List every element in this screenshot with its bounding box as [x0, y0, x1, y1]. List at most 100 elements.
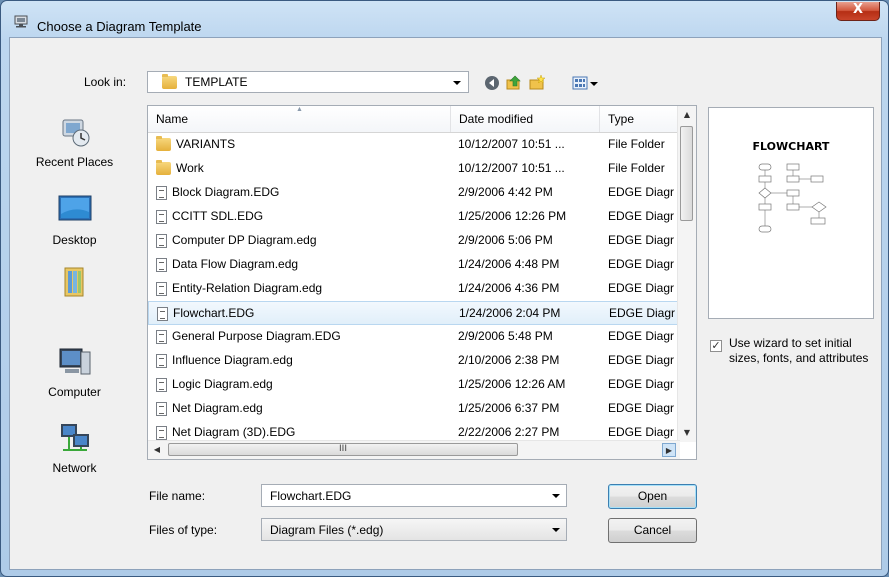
column-type-label: Type [608, 112, 635, 126]
vertical-scrollbar[interactable]: ▲ ▼ [677, 106, 696, 442]
file-type: EDGE Diagr [608, 209, 675, 223]
view-dropdown-arrow-icon[interactable] [590, 82, 598, 86]
file-date: 1/25/2006 12:26 PM [458, 209, 567, 223]
edg-file-icon [156, 353, 167, 368]
file-row[interactable]: General Purpose Diagram.EDG 2/9/2006 5:48… [148, 325, 678, 349]
file-date: 1/25/2006 6:37 PM [458, 401, 560, 415]
desktop-icon [58, 195, 91, 221]
file-row[interactable]: Computer DP Diagram.edg 2/9/2006 5:06 PM E… [148, 229, 678, 253]
file-name: CCITT SDL.EDG [172, 209, 264, 223]
file-type: EDGE Diagr [608, 185, 675, 199]
places-bar: Recent Places Desktop Computer Network [10, 104, 139, 569]
vertical-scroll-thumb[interactable] [680, 126, 693, 221]
file-row[interactable]: Flowchart.EDG 1/24/2006 2:04 PM EDGE Diagr [148, 301, 678, 325]
flowchart-thumbnail-icon [758, 163, 827, 233]
column-header-type[interactable]: Type [600, 106, 680, 132]
file-date: 10/12/2007 10:51 ... [458, 137, 565, 151]
file-row[interactable]: Data Flow Diagram.edg 1/24/2006 4:48 PM ED… [148, 253, 678, 277]
file-type: EDGE Diagr [608, 401, 675, 415]
file-name-cell: Flowchart.EDG [157, 302, 447, 325]
chevron-down-icon[interactable] [552, 528, 560, 532]
check-icon: ✓ [711, 339, 721, 352]
file-row[interactable]: Block Diagram.EDG 2/9/2006 4:42 PM EDGE Di… [148, 181, 678, 205]
file-type: File Folder [608, 161, 665, 175]
column-date-label: Date modified [459, 112, 534, 126]
file-row[interactable]: Logic Diagram.edg 1/25/2006 12:26 AM EDGE … [148, 373, 678, 397]
file-list[interactable]: Name ▲ Date modified Type VARIANTS 10/12/… [147, 105, 697, 460]
file-date: 1/24/2006 4:36 PM [458, 281, 560, 295]
close-button[interactable]: X [836, 2, 880, 21]
file-type: EDGE Diagr [608, 353, 675, 367]
view-menu-icon[interactable] [572, 75, 588, 91]
open-button[interactable]: Open [608, 484, 697, 509]
file-name: Flowchart.EDG [173, 306, 255, 320]
preview-title: FLOWCHART [752, 140, 830, 153]
filename-value: Flowchart.EDG [270, 489, 352, 503]
up-folder-icon[interactable] [506, 75, 522, 91]
back-icon[interactable] [484, 75, 500, 91]
scroll-down-icon[interactable]: ▼ [680, 426, 694, 440]
place-label: Recent Places [35, 155, 114, 169]
folder-icon [156, 160, 171, 176]
edg-file-icon [156, 401, 167, 416]
horizontal-scroll-thumb[interactable]: III [168, 443, 518, 456]
column-header-name[interactable]: Name ▲ [148, 106, 451, 132]
chevron-down-icon[interactable] [552, 494, 560, 498]
file-row[interactable]: VARIANTS 10/12/2007 10:51 ... File Folder [148, 133, 678, 157]
edg-file-icon [156, 185, 167, 200]
scroll-up-icon[interactable]: ▲ [680, 108, 694, 122]
horizontal-scrollbar[interactable]: ◀ III ▶ [148, 440, 680, 459]
file-name: Computer DP Diagram.edg [172, 233, 317, 247]
lookin-combo[interactable]: TEMPLATE [147, 71, 469, 93]
recent-places-icon [62, 119, 89, 147]
filename-label: File name: [149, 489, 206, 503]
file-name: Entity-Relation Diagram.edg [172, 281, 323, 295]
file-name-cell: Entity-Relation Diagram.edg [156, 277, 446, 300]
file-row[interactable]: CCITT SDL.EDG 1/25/2006 12:26 PM EDGE Diag… [148, 205, 678, 229]
place-network[interactable]: Network [10, 420, 139, 475]
new-folder-icon[interactable] [529, 75, 545, 91]
file-name: General Purpose Diagram.EDG [172, 329, 341, 343]
column-header-date[interactable]: Date modified [451, 106, 600, 132]
file-type: EDGE Diagr [608, 233, 675, 247]
file-name: Work [176, 161, 204, 175]
filetype-label: Files of type: [149, 523, 218, 537]
template-preview: FLOWCHART [708, 107, 874, 319]
file-rows: VARIANTS 10/12/2007 10:51 ... File Folder W… [148, 133, 678, 445]
file-row[interactable]: Net Diagram.edg 1/25/2006 6:37 PM EDGE Dia… [148, 397, 678, 421]
edg-file-icon [156, 257, 167, 272]
dialog-title: Choose a Diagram Template [37, 19, 202, 34]
scroll-left-icon[interactable]: ◀ [150, 443, 164, 457]
scroll-right-icon[interactable]: ▶ [662, 443, 676, 457]
file-name-cell: CCITT SDL.EDG [156, 205, 446, 228]
filetype-select[interactable]: Diagram Files (*.edg) [261, 518, 567, 541]
place-computer[interactable]: Computer [10, 344, 139, 399]
file-date: 2/9/2006 5:48 PM [458, 329, 553, 343]
file-row[interactable]: Influence Diagram.edg 2/10/2006 2:38 PM ED… [148, 349, 678, 373]
file-row[interactable]: Entity-Relation Diagram.edg 1/24/2006 4:3… [148, 277, 678, 301]
sort-ascending-icon: ▲ [296, 106, 303, 113]
cancel-button[interactable]: Cancel [608, 518, 697, 543]
file-date: 1/24/2006 2:04 PM [459, 306, 561, 320]
file-name-cell: Influence Diagram.edg [156, 349, 446, 372]
edg-file-icon [156, 425, 167, 440]
file-type: EDGE Diagr [609, 306, 676, 320]
place-desktop[interactable]: Desktop [10, 192, 139, 247]
file-row[interactable]: Work 10/12/2007 10:51 ... File Folder [148, 157, 678, 181]
file-type: EDGE Diagr [608, 281, 675, 295]
lookin-value: TEMPLATE [185, 75, 248, 89]
lookin-label: Look in: [84, 75, 127, 89]
wizard-label: Use wizard to set initial sizes, fonts, … [729, 336, 869, 365]
place-recent-places[interactable]: Recent Places [10, 114, 139, 169]
file-name-cell: Logic Diagram.edg [156, 373, 446, 396]
wizard-checkbox[interactable]: ✓ [710, 340, 722, 352]
filename-input[interactable]: Flowchart.EDG [261, 484, 567, 507]
file-name: Net Diagram (3D).EDG [172, 425, 296, 439]
file-name: Block Diagram.EDG [172, 185, 280, 199]
file-name-cell: Work [156, 157, 446, 180]
file-name: Data Flow Diagram.edg [172, 257, 299, 271]
edg-file-icon [156, 281, 167, 296]
place-documents[interactable] [10, 264, 139, 303]
edg-file-icon [156, 233, 167, 248]
file-type: EDGE Diagr [608, 329, 675, 343]
